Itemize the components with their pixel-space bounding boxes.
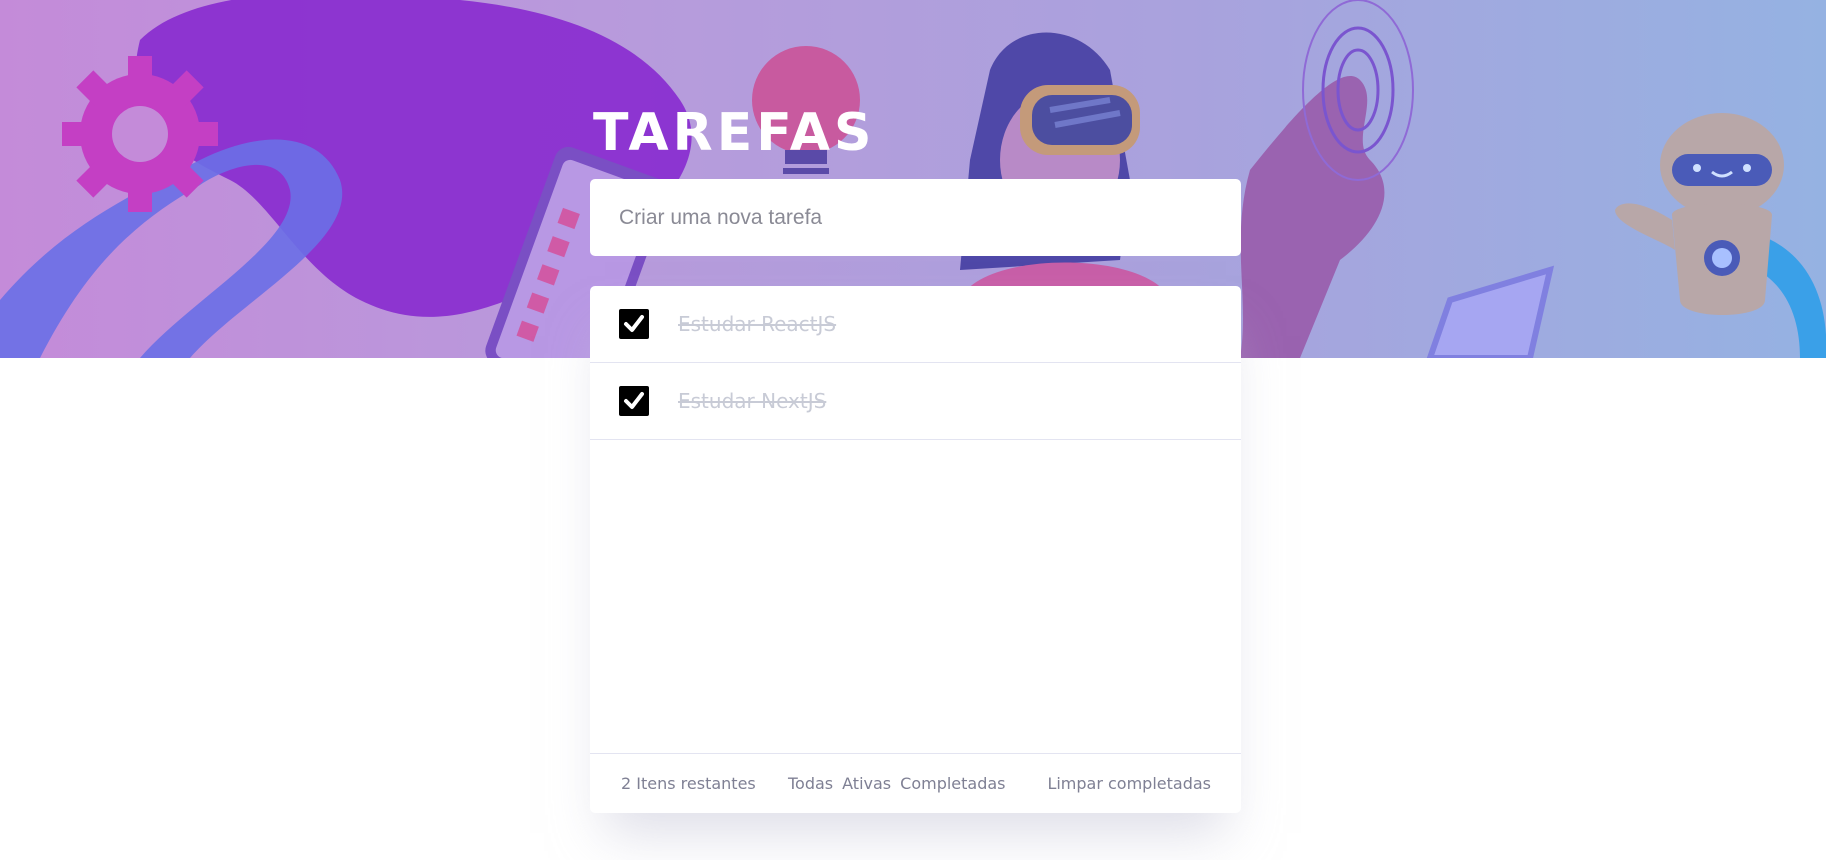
todo-item: Estudar ReactJS	[590, 286, 1241, 363]
gear-illustration	[62, 56, 218, 212]
page-title: TAREFAS	[593, 103, 876, 163]
list-footer: 2 Itens restantes Todas Ativas Completad…	[590, 753, 1241, 813]
todo-text[interactable]: Estudar NextJS	[678, 389, 826, 413]
filter-active-button[interactable]: Ativas	[842, 774, 891, 793]
todo-text[interactable]: Estudar ReactJS	[678, 312, 836, 336]
todo-checkbox[interactable]	[619, 386, 649, 416]
new-task-box	[590, 179, 1241, 256]
robot-illustration	[1615, 113, 1826, 358]
checkmark-icon	[624, 315, 644, 332]
new-task-input[interactable]	[619, 197, 1209, 238]
items-left-count: 2 Itens restantes	[621, 774, 756, 793]
todo-list: Estudar ReactJS Estudar NextJS 2 Itens r…	[590, 286, 1241, 813]
filter-all-button[interactable]: Todas	[788, 774, 833, 793]
todo-checkbox[interactable]	[619, 309, 649, 339]
filter-group: Todas Ativas Completadas	[788, 774, 1006, 793]
todo-item: Estudar NextJS	[590, 363, 1241, 440]
clear-completed-button[interactable]: Limpar completadas	[1047, 774, 1211, 793]
checkmark-icon	[624, 392, 644, 409]
filter-completed-button[interactable]: Completadas	[900, 774, 1005, 793]
